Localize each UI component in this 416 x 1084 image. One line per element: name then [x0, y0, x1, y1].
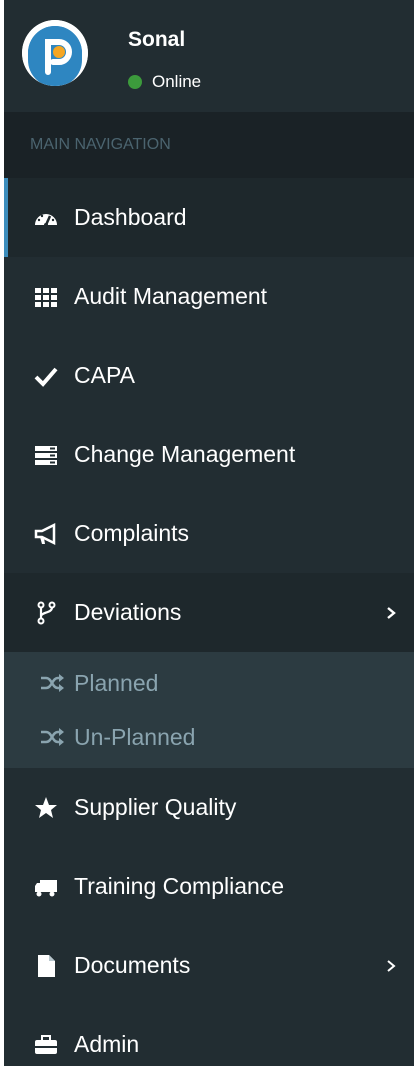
code-fork-icon — [32, 599, 60, 627]
submenu-label: Planned — [74, 669, 159, 696]
menu-item-training-compliance[interactable]: Training Compliance — [4, 847, 414, 926]
online-status-icon — [128, 75, 142, 89]
menu-item-dashboard[interactable]: Dashboard — [4, 178, 414, 257]
random-icon — [38, 723, 66, 751]
user-status: Online — [128, 72, 201, 92]
server-icon — [32, 441, 60, 469]
sidebar: Sonal Online MAIN NAVIGATION Dashboard A… — [4, 0, 414, 1066]
grid-icon — [32, 283, 60, 311]
menu-item-capa[interactable]: CAPA — [4, 336, 414, 415]
truck-icon — [32, 873, 60, 901]
star-icon — [32, 794, 60, 822]
status-text: Online — [152, 72, 202, 91]
menu-item-deviations[interactable]: Deviations — [4, 573, 414, 652]
menu-label: Deviations — [74, 599, 182, 625]
menu-label: Audit Management — [74, 283, 268, 309]
briefcase-icon — [32, 1031, 60, 1059]
menu-item-complaints[interactable]: Complaints — [4, 494, 414, 573]
submenu-label: Un-Planned — [74, 723, 196, 750]
menu-label: Dashboard — [74, 204, 187, 230]
brand-logo-icon — [22, 20, 88, 86]
bullhorn-icon — [32, 520, 60, 548]
chevron-right-icon — [387, 606, 396, 619]
tachometer-icon — [32, 204, 60, 232]
menu-item-admin[interactable]: Admin — [4, 1005, 414, 1084]
deviations-submenu: Planned Un-Planned — [4, 652, 414, 768]
menu-label: Training Compliance — [74, 873, 285, 899]
menu-label: Documents — [74, 952, 191, 978]
user-name: Sonal — [128, 28, 186, 51]
file-icon — [32, 952, 60, 980]
menu-label: CAPA — [74, 362, 135, 388]
nav-header: MAIN NAVIGATION — [4, 112, 414, 178]
menu-item-audit-management[interactable]: Audit Management — [4, 257, 414, 336]
submenu-item-planned[interactable]: Planned — [4, 656, 414, 710]
menu-label: Complaints — [74, 520, 190, 546]
menu-item-documents[interactable]: Documents — [4, 926, 414, 1005]
menu-item-change-management[interactable]: Change Management — [4, 415, 414, 494]
check-icon — [32, 362, 60, 390]
main-menu: Dashboard Audit Management CAPA Change M… — [4, 178, 414, 1084]
menu-label: Admin — [74, 1031, 140, 1057]
user-panel: Sonal Online — [4, 0, 414, 112]
menu-item-supplier-quality[interactable]: Supplier Quality — [4, 768, 414, 847]
chevron-right-icon — [387, 959, 396, 972]
menu-label: Change Management — [74, 441, 296, 467]
avatar[interactable] — [22, 20, 88, 86]
submenu-item-unplanned[interactable]: Un-Planned — [4, 710, 414, 764]
menu-label: Supplier Quality — [74, 794, 237, 820]
random-icon — [38, 669, 66, 697]
